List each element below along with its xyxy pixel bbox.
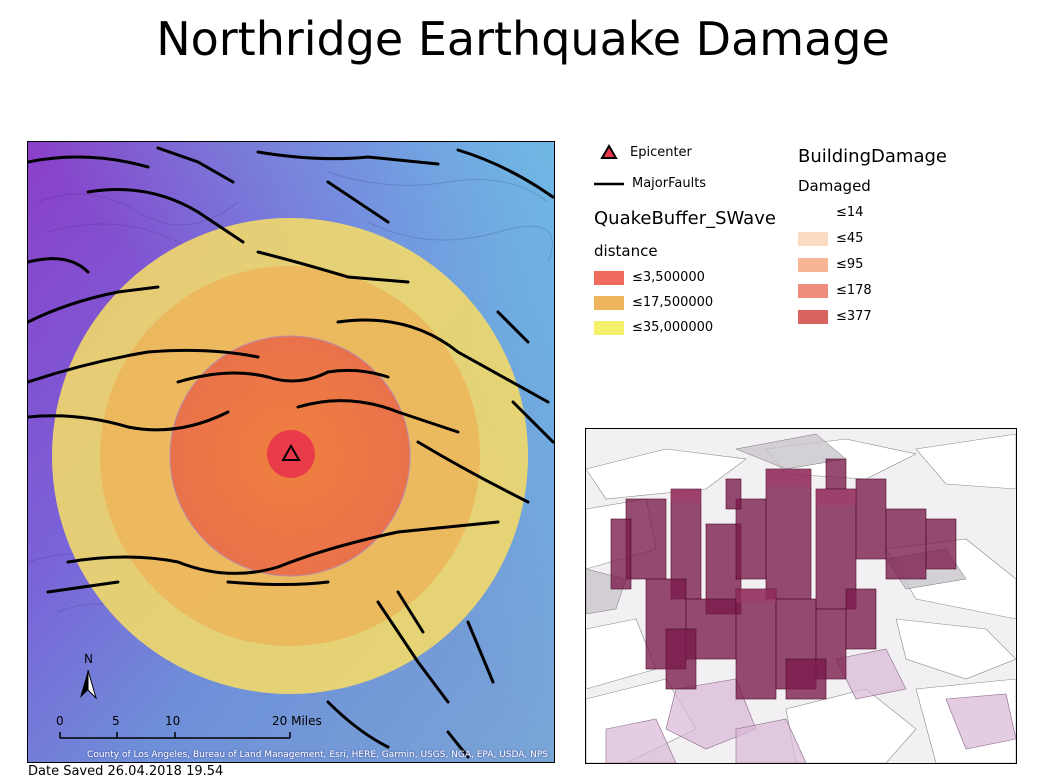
legend-buffer-field: distance — [594, 242, 658, 260]
legend-damage-class-1: ≤14 — [798, 205, 863, 220]
legend-damage-class-4: ≤178 — [798, 283, 872, 298]
legend-damage-field: Damaged — [798, 177, 871, 195]
legend-epicenter-label: Epicenter — [630, 144, 692, 160]
legend-damage-class-2-label: ≤45 — [836, 231, 864, 246]
swatch-damage-1 — [798, 205, 828, 220]
legend-buffer-class-3: ≤35,000000 — [594, 320, 713, 335]
map-title: Northridge Earthquake Damage — [156, 12, 890, 66]
legend-buffer-class-2: ≤17,500000 — [594, 295, 713, 310]
main-map[interactable]: N 0 5 10 20 Miles County of Los Angeles,… — [27, 141, 555, 763]
legend-epicenter: Epicenter — [600, 144, 692, 160]
legend-damage-class-4-label: ≤178 — [836, 283, 872, 298]
legend-buffer-class-1: ≤3,500000 — [594, 270, 705, 285]
legend-buffer-class-2-label: ≤17,500000 — [632, 295, 714, 310]
map-credits: County of Los Angeles, Bureau of Land Ma… — [87, 750, 548, 760]
legend-buffer-class-3-label: ≤35,000000 — [632, 320, 714, 335]
legend-damage-title: BuildingDamage — [798, 146, 947, 167]
legend-damage-class-1-label: ≤14 — [836, 205, 864, 220]
legend-damage-class-5: ≤377 — [798, 309, 872, 324]
north-label: N — [84, 652, 93, 666]
swatch-damage-4 — [798, 283, 828, 298]
scale-label-10: 10 — [165, 714, 181, 728]
legend-damage-class-3-label: ≤95 — [836, 257, 864, 272]
legend-damage-class-5-label: ≤377 — [836, 309, 872, 324]
fault-line-icon — [594, 182, 624, 185]
swatch-damage-5 — [798, 309, 828, 324]
scale-label-0: 0 — [56, 714, 64, 728]
legend-faults: MajorFaults — [594, 176, 706, 191]
swatch-buffer-1 — [594, 270, 624, 285]
building-3d-view[interactable] — [585, 428, 1017, 764]
scale-label-5: 5 — [112, 714, 120, 728]
legend-faults-label: MajorFaults — [632, 176, 707, 191]
legend-damage-class-3: ≤95 — [798, 257, 863, 272]
swatch-damage-3 — [798, 257, 828, 272]
building-3d-canvas — [586, 429, 1016, 763]
epicenter-icon — [600, 144, 618, 159]
legend-buffer-title: QuakeBuffer_SWave — [594, 208, 776, 229]
swatch-buffer-3 — [594, 320, 624, 335]
date-saved: Date Saved 26.04.2018 19.54 — [28, 764, 224, 779]
swatch-buffer-2 — [594, 295, 624, 310]
swatch-damage-2 — [798, 231, 828, 246]
legend-damage-class-2: ≤45 — [798, 231, 863, 246]
legend-buffer-class-1-label: ≤3,500000 — [632, 270, 705, 285]
map-canvas — [28, 142, 554, 762]
scale-label-20: 20 Miles — [272, 714, 322, 728]
